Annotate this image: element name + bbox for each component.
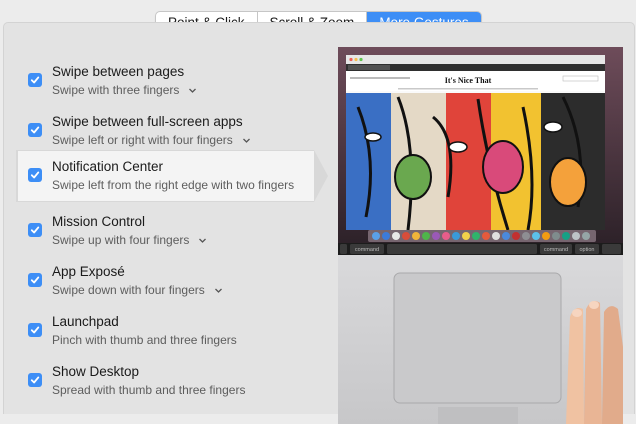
gesture-item-mission-control[interactable]: Mission Control Swipe up with four finge… — [17, 206, 322, 258]
gesture-subtitle: Swipe down with four fingers — [52, 283, 205, 297]
key-label: command — [544, 247, 568, 253]
gestures-panel: Swipe between pages Swipe with three fin… — [3, 22, 635, 424]
checkmark-icon — [30, 376, 40, 384]
checkmark-icon — [30, 171, 40, 179]
gesture-option-menu[interactable]: Swipe with three fingers — [52, 83, 197, 97]
gesture-option-menu[interactable]: Swipe up with four fingers — [52, 233, 207, 247]
gesture-option-menu[interactable]: Swipe left or right with four fingers — [52, 133, 251, 147]
chevron-down-icon — [214, 288, 222, 293]
checkbox[interactable] — [28, 73, 42, 87]
gesture-title: Mission Control — [52, 214, 146, 229]
gesture-item-launchpad[interactable]: Launchpad Pinch with thumb and three fin… — [17, 306, 322, 358]
gesture-title: Swipe between pages — [52, 64, 185, 79]
checkbox[interactable] — [28, 373, 42, 387]
checkmark-icon — [30, 76, 40, 84]
gesture-item-swipe-between-pages[interactable]: Swipe between pages Swipe with three fin… — [17, 56, 322, 108]
gesture-subtitle: Spread with thumb and three fingers — [52, 383, 246, 397]
chevron-down-icon — [242, 138, 250, 143]
checkbox[interactable] — [28, 168, 42, 182]
gesture-option-menu[interactable]: Swipe down with four fingers — [52, 283, 223, 297]
gesture-subtitle: Pinch with thumb and three fingers — [52, 333, 237, 347]
gesture-preview-animation: It's Nice That command command option — [338, 47, 623, 424]
checkmark-icon — [30, 276, 40, 284]
preview-site-title: It's Nice That — [445, 76, 492, 85]
checkbox[interactable] — [28, 323, 42, 337]
key-label: command — [355, 247, 379, 253]
gesture-title: Launchpad — [52, 314, 119, 329]
checkbox[interactable] — [28, 123, 42, 137]
gesture-title: App Exposé — [52, 264, 125, 279]
gesture-subtitle: Swipe with three fingers — [52, 83, 180, 97]
chevron-down-icon — [199, 238, 207, 243]
gesture-title: Notification Center — [52, 159, 164, 174]
gesture-subtitle: Swipe left from the right edge with two … — [52, 178, 295, 192]
checkbox[interactable] — [28, 273, 42, 287]
checkmark-icon — [30, 126, 40, 134]
gesture-title: Show Desktop — [52, 364, 140, 379]
gesture-subtitle: Swipe up with four fingers — [52, 233, 190, 247]
gesture-item-notification-center[interactable]: Notification Center Swipe left from the … — [18, 151, 314, 201]
checkmark-icon — [30, 226, 40, 234]
chevron-down-icon — [189, 88, 197, 93]
key-label: option — [580, 247, 595, 253]
macbook-preview-illustration: It's Nice That command command option — [338, 47, 623, 424]
gesture-item-app-expose[interactable]: App Exposé Swipe down with four fingers — [17, 256, 322, 308]
checkbox[interactable] — [28, 223, 42, 237]
checkmark-icon — [30, 326, 40, 334]
gesture-item-show-desktop[interactable]: Show Desktop Spread with thumb and three… — [17, 356, 322, 408]
gesture-title: Swipe between full-screen apps — [52, 114, 243, 129]
gesture-subtitle: Swipe left or right with four fingers — [52, 133, 233, 147]
